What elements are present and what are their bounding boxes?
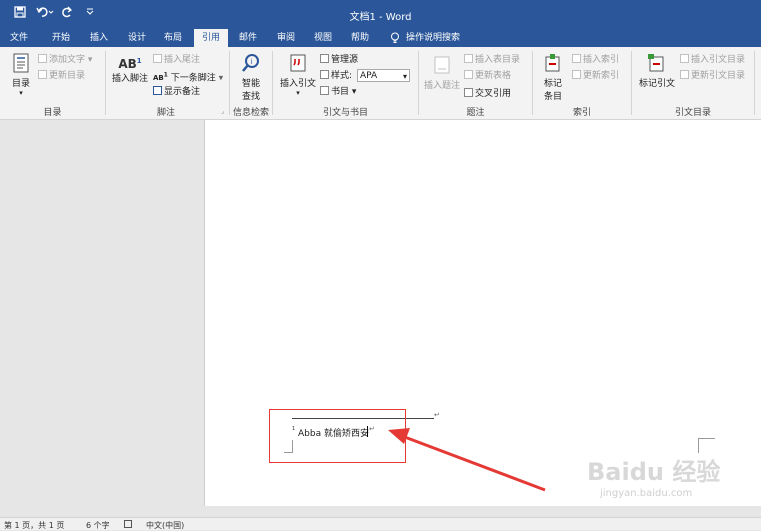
tab-insert[interactable]: 插入 — [84, 29, 114, 47]
tab-layout[interactable]: 布局 — [158, 29, 188, 47]
style-icon — [320, 70, 329, 79]
group-label-research: 信息检索 — [232, 108, 269, 118]
svg-text:i: i — [251, 58, 253, 66]
add-text-icon — [38, 54, 47, 63]
toc-icon — [6, 53, 36, 76]
toc-label: 目录 — [11, 79, 30, 89]
ribbon: 目录 ▾ 添加文字 ▾ 更新目录 目录 AB1 插入脚注 插入尾注 AB1 下一… — [0, 47, 761, 120]
add-text-button[interactable]: 添加文字 ▾ — [38, 54, 92, 66]
watermark-url: jingyan.baidu.com — [600, 488, 693, 499]
status-language[interactable]: 中文(中国) — [146, 520, 184, 531]
tab-file[interactable]: 文件 — [4, 29, 34, 47]
cross-reference-button[interactable]: 交叉引用 — [464, 88, 511, 100]
group-label-citations: 引文与书目 — [322, 108, 368, 118]
show-notes-icon — [153, 86, 162, 95]
group-label-toa: 引文目录 — [674, 108, 711, 118]
tab-help[interactable]: 帮助 — [345, 29, 375, 47]
paragraph-mark: ↵ — [434, 411, 440, 419]
update-toc-button[interactable]: 更新目录 — [38, 70, 85, 82]
insert-caption-button[interactable]: 插入题注 — [424, 55, 460, 91]
insert-footnote-button[interactable]: AB1 插入脚注 — [111, 57, 149, 84]
manage-sources-icon — [320, 54, 329, 63]
tell-me-search[interactable]: 操作说明搜索 — [406, 29, 468, 47]
style-selector: 样式: — [320, 70, 352, 82]
group-separator — [754, 51, 755, 115]
style-dropdown[interactable]: APA ▾ — [357, 69, 410, 82]
status-page[interactable]: 第 1 页，共 1 页 — [4, 520, 64, 531]
mark-citation-icon — [637, 53, 677, 76]
update-index-button[interactable]: 更新索引 — [572, 70, 619, 82]
update-index-icon — [572, 70, 581, 79]
mark-entry-icon — [538, 53, 568, 76]
group-label-index: 索引 — [572, 108, 591, 118]
next-footnote-button[interactable]: AB1 下一条脚注 ▾ — [153, 70, 223, 83]
next-footnote-icon: AB1 — [153, 73, 168, 83]
insert-citation-button[interactable]: 插入引文 ▾ — [278, 53, 318, 97]
insert-caption-icon — [424, 55, 460, 78]
update-table-button[interactable]: 更新表格 — [464, 70, 511, 82]
cross-reference-icon — [464, 88, 473, 97]
lightbulb-icon — [390, 32, 400, 47]
tab-review[interactable]: 审阅 — [271, 29, 301, 47]
group-label-footnotes: 脚注 — [156, 108, 175, 118]
bibliography-button[interactable]: 书目 ▾ — [320, 86, 356, 98]
insert-index-icon — [572, 54, 581, 63]
smart-lookup-button[interactable]: i 智能 查找 — [236, 53, 266, 102]
annotation-arrow — [388, 428, 546, 492]
mark-entry-button[interactable]: 标记 条目 — [538, 53, 568, 102]
ribbon-tabs: 文件 开始 插入 设计 布局 引用 邮件 审阅 视图 帮助 操作说明搜索 — [0, 29, 761, 47]
show-notes-button[interactable]: 显示备注 — [153, 86, 200, 98]
insert-tof-button[interactable]: 插入表目录 — [464, 54, 520, 66]
title-bar: 文档1 - Word — [0, 0, 761, 29]
update-table-icon — [464, 70, 473, 79]
footnote-icon: AB1 — [118, 57, 142, 71]
window-title: 文档1 - Word — [349, 12, 412, 23]
update-toa-icon — [680, 70, 689, 79]
group-label-captions: 题注 — [466, 108, 485, 118]
tab-mailings[interactable]: 邮件 — [233, 29, 263, 47]
dialog-launcher-icon[interactable]: ⌟ — [221, 108, 224, 115]
margin-corner-mark — [698, 438, 715, 453]
tab-references[interactable]: 引用 — [194, 29, 228, 47]
update-toc-icon — [38, 70, 47, 79]
update-toa-button[interactable]: 更新引文目录 — [680, 70, 745, 82]
insert-citation-icon — [278, 53, 318, 76]
status-words[interactable]: 6 个字 — [86, 520, 110, 531]
insert-index-button[interactable]: 插入索引 — [572, 54, 619, 66]
insert-toa-button[interactable]: 插入引文目录 — [680, 54, 745, 66]
status-bar: 第 1 页，共 1 页 6 个字 中文(中国) — [0, 517, 761, 530]
tab-view[interactable]: 视图 — [308, 29, 338, 47]
smart-lookup-icon: i — [236, 53, 266, 76]
insert-toa-icon — [680, 54, 689, 63]
tab-design[interactable]: 设计 — [122, 29, 152, 47]
bibliography-icon — [320, 86, 329, 95]
watermark-logo: Baidu 经验 — [587, 458, 721, 486]
manage-sources-button[interactable]: 管理源 — [320, 54, 358, 66]
tab-home[interactable]: 开始 — [46, 29, 76, 47]
chevron-down-icon: ▾ — [402, 72, 407, 81]
group-label-toc: 目录 — [43, 108, 62, 118]
insert-endnote-button[interactable]: 插入尾注 — [153, 54, 200, 66]
toc-button[interactable]: 目录 ▾ — [6, 53, 36, 97]
mark-citation-button[interactable]: 标记引文 — [637, 53, 677, 89]
insert-tof-icon — [464, 54, 473, 63]
endnote-icon — [153, 54, 162, 63]
